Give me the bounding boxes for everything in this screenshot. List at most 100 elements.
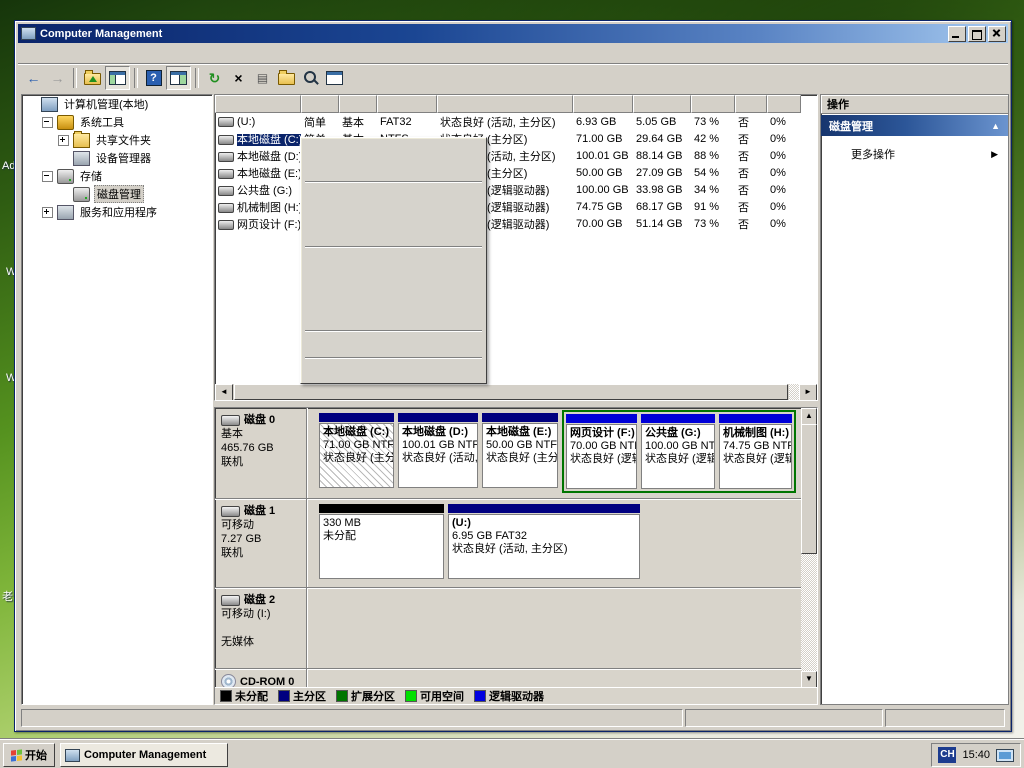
menu-item[interactable] xyxy=(50,51,66,55)
show-action-pane-icon xyxy=(170,71,187,85)
disk-info-磁盘-1[interactable]: 磁盘 1 可移动 7.27 GB 联机 xyxy=(215,499,307,587)
context-menu-item[interactable] xyxy=(303,205,484,224)
disk-info-磁盘-0[interactable]: 磁盘 0 基本 465.76 GB 联机 xyxy=(215,408,307,498)
start-button[interactable]: 开始 xyxy=(3,743,55,767)
clock[interactable]: 15:40 xyxy=(962,749,990,761)
tree-expander[interactable] xyxy=(42,117,53,128)
column-header[interactable] xyxy=(339,95,377,113)
up-level-button[interactable] xyxy=(81,67,104,89)
partition-网页设计-f-[interactable]: 网页设计 (F:) 70.00 GB NTFS 状态良好 (逻辑驱动器) xyxy=(566,414,637,489)
partition-机械制图-h-[interactable]: 机械制图 (H:) 74.75 GB NTFS 状态良好 (逻辑驱动器) xyxy=(719,414,792,489)
scrollbar-thumb[interactable] xyxy=(801,424,817,554)
open-folder-button[interactable] xyxy=(275,67,298,89)
tree-item-services[interactable]: 服务和应用程序 xyxy=(22,203,212,221)
menu-item[interactable] xyxy=(66,51,82,55)
back-button[interactable]: ← xyxy=(22,67,45,89)
tree-item-system-tools[interactable]: 系统工具 xyxy=(22,113,212,131)
title-bar[interactable]: Computer Management xyxy=(18,24,1008,43)
extended-partition-group: 网页设计 (F:) 70.00 GB NTFS 状态良好 (逻辑驱动器) 公共盘… xyxy=(562,410,796,493)
volume-icon xyxy=(218,169,234,179)
horizontal-scrollbar[interactable]: ◄ ► xyxy=(215,384,817,400)
console-window-button[interactable] xyxy=(323,67,346,89)
properties-icon: ▤ xyxy=(257,71,268,85)
column-header[interactable] xyxy=(215,95,301,113)
context-menu-item[interactable] xyxy=(303,186,484,205)
tree-expander[interactable] xyxy=(58,135,69,146)
refresh-button[interactable]: ↻ xyxy=(203,67,226,89)
menu-separator xyxy=(305,246,482,248)
tree-item-shared-folders[interactable]: 共享文件夹 xyxy=(22,131,212,149)
partition-本地磁盘-d-[interactable]: 本地磁盘 (D:) 100.01 GB NTFS 状态良好 (活动, 主分区) xyxy=(398,413,478,488)
vertical-scrollbar[interactable]: ▲ ▼ xyxy=(801,408,817,689)
context-menu-item[interactable] xyxy=(303,140,484,159)
tree-item-storage[interactable]: 存储 xyxy=(22,167,212,185)
partition-未分配[interactable]: 330 MB 未分配 xyxy=(319,504,444,579)
status-bar xyxy=(21,709,1005,727)
column-header[interactable] xyxy=(633,95,691,113)
legend-item: 扩展分区 xyxy=(336,688,395,704)
menu-item[interactable] xyxy=(18,51,34,55)
show-action-pane-button[interactable] xyxy=(166,66,191,90)
partition-公共盘-g-[interactable]: 公共盘 (G:) 100.00 GB NTFS 状态良好 (逻辑驱动器) xyxy=(641,414,715,489)
legend-swatch xyxy=(278,690,290,702)
help-button[interactable]: ? xyxy=(142,67,165,89)
toolbar: ←→? ↻× ▤ xyxy=(18,64,1008,91)
taskbar-task-computer-management[interactable]: Computer Management xyxy=(60,743,228,767)
partition-type-strip xyxy=(319,413,394,422)
context-menu-item[interactable] xyxy=(303,224,484,243)
tree-item-computer[interactable]: 计算机管理(本地) xyxy=(22,95,212,113)
column-header[interactable] xyxy=(301,95,339,113)
close-button[interactable] xyxy=(988,26,1006,42)
disk-management-section-bar[interactable]: 磁盘管理 ▲ xyxy=(821,115,1008,136)
menu-item[interactable] xyxy=(34,51,50,55)
find-button[interactable] xyxy=(299,67,322,89)
volume-row[interactable]: (U:) 简单 基本 FAT32 状态良好 (活动, 主分区) 6.93 GB … xyxy=(215,113,817,130)
legend-item: 逻辑驱动器 xyxy=(474,688,544,704)
context-menu-item[interactable] xyxy=(303,308,484,327)
forward-button[interactable]: → xyxy=(46,67,69,89)
properties-button[interactable]: ▤ xyxy=(251,67,274,89)
menu-separator xyxy=(305,357,482,359)
device-manager-icon xyxy=(73,151,90,166)
scroll-right-button[interactable]: ► xyxy=(799,384,817,401)
volume-icon xyxy=(218,186,234,196)
partition-本地磁盘-e-[interactable]: 本地磁盘 (E:) 50.00 GB NTFS 状态良好 (主分区) xyxy=(482,413,558,488)
disk-info-磁盘-2[interactable]: 磁盘 2 可移动 (I:) 无媒体 xyxy=(215,588,307,668)
maximize-button[interactable] xyxy=(968,26,986,42)
column-header[interactable] xyxy=(377,95,437,113)
tree-expander[interactable] xyxy=(42,171,53,182)
volume-icon xyxy=(218,203,234,213)
column-header[interactable] xyxy=(691,95,735,113)
partition--u-[interactable]: (U:) 6.95 GB FAT32 状态良好 (活动, 主分区) xyxy=(448,504,640,579)
up-level-icon xyxy=(84,73,101,85)
tree-item-device-manager[interactable]: 设备管理器 xyxy=(22,149,212,167)
windows-logo-icon xyxy=(11,749,22,761)
column-header[interactable] xyxy=(767,95,801,113)
delete-button[interactable]: × xyxy=(227,67,250,89)
more-actions-item[interactable]: 更多操作 ▶ xyxy=(821,144,1008,164)
column-header[interactable] xyxy=(437,95,573,113)
partition-本地磁盘-c-[interactable]: 本地磁盘 (C:) 71.00 GB NTFS 状态良好 (主分区) xyxy=(319,413,394,488)
task-app-icon xyxy=(65,749,80,762)
show-console-tree-icon xyxy=(109,71,126,85)
input-method-indicator[interactable]: CH xyxy=(938,747,956,763)
minimize-button[interactable] xyxy=(948,26,966,42)
tree-expander[interactable] xyxy=(42,207,53,218)
disk-partitions: 330 MB 未分配 (U:) 6.95 GB FAT32 状态良好 (活动, … xyxy=(307,499,817,587)
disk-partitions: 本地磁盘 (C:) 71.00 GB NTFS 状态良好 (主分区) 本地磁盘 … xyxy=(307,408,817,498)
services-icon xyxy=(57,205,74,220)
display-tray-icon[interactable] xyxy=(996,749,1014,762)
context-menu-item[interactable] xyxy=(303,362,484,381)
toolbar-separator xyxy=(134,68,138,88)
chevron-up-icon[interactable]: ▲ xyxy=(991,121,1000,131)
tree-item-disk-management[interactable]: 磁盘管理 xyxy=(22,185,212,203)
context-menu-item[interactable] xyxy=(303,270,484,289)
column-header[interactable] xyxy=(735,95,767,113)
context-menu-item[interactable] xyxy=(303,335,484,354)
scrollbar-thumb[interactable] xyxy=(234,384,788,400)
context-menu-item[interactable] xyxy=(303,159,484,178)
show-console-tree-button[interactable] xyxy=(105,66,130,90)
disk-icon xyxy=(221,415,240,426)
scroll-left-button[interactable]: ◄ xyxy=(215,384,233,401)
column-header[interactable] xyxy=(573,95,633,113)
